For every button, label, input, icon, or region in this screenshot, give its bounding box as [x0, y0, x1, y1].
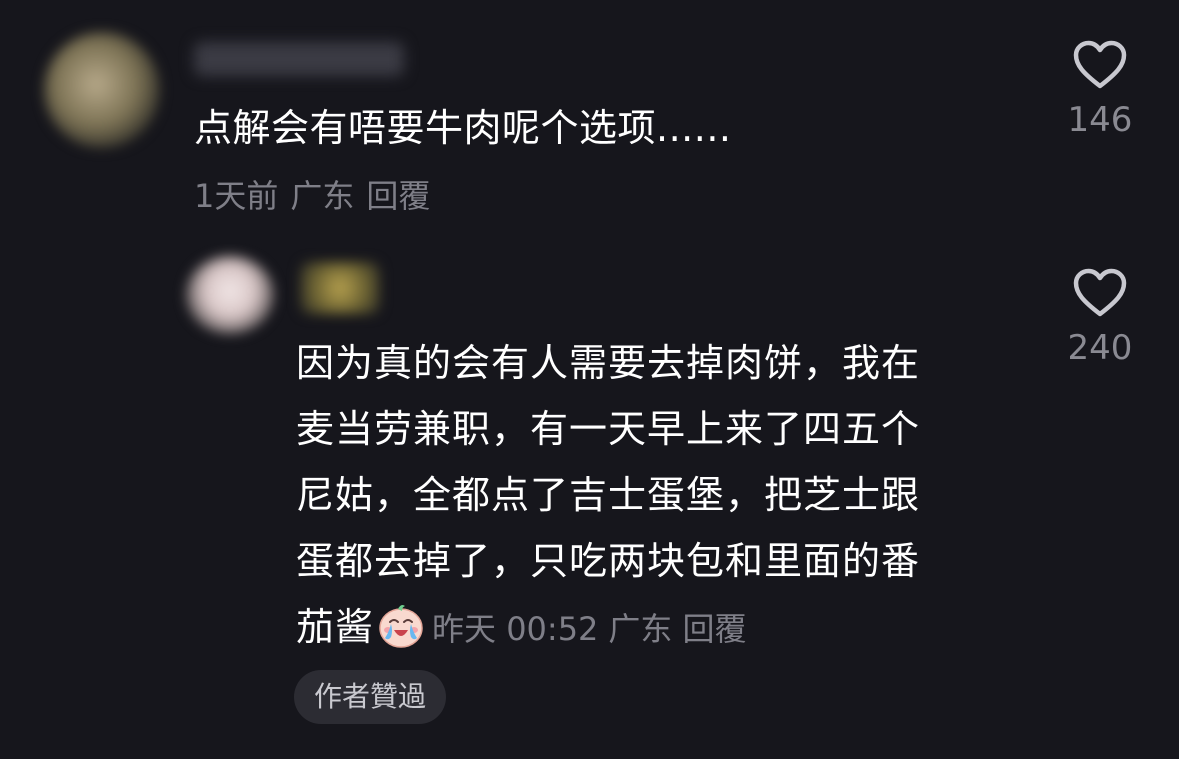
reply-text-line: 尼姑，全都点了吉士蛋堡，把芝士跟 — [296, 473, 921, 517]
reply-like-button[interactable]: 240 — [1050, 268, 1150, 370]
comment-reply-button[interactable]: 回覆 — [366, 177, 430, 215]
reply-meta: 昨天 00:52 广东 回覆 — [432, 610, 756, 648]
comment-avatar[interactable] — [44, 32, 160, 148]
comment-meta: 1天前 广东 回覆 — [194, 174, 442, 218]
reply-text: 因为真的会有人需要去掉肉饼，我在 麦当劳兼职，有一天早上来了四五个 尼姑，全都点… — [296, 330, 986, 662]
reply-username-blurred[interactable] — [300, 262, 380, 314]
comment-text: 点解会有唔要牛肉呢个选项...... — [194, 106, 732, 150]
comment-location: 广东 — [290, 177, 355, 215]
reply-last-line: 茄酱 昨天 00:52 广东 回覆 — [296, 594, 986, 662]
reply-reply-button[interactable]: 回覆 — [682, 610, 746, 648]
reply-location: 广东 — [608, 610, 673, 648]
reply-text-line: 麦当劳兼职，有一天早上来了四五个 — [296, 407, 921, 451]
reply-avatar[interactable] — [186, 256, 274, 334]
reply-text-line: 茄酱 — [296, 605, 375, 649]
comment-username-blurred[interactable] — [194, 42, 404, 76]
comment-time: 1天前 — [194, 177, 279, 215]
reply-like-count: 240 — [1067, 328, 1133, 368]
heart-outline-icon — [1073, 40, 1127, 89]
author-liked-badge: 作者贊過 — [294, 670, 447, 724]
reply-time: 昨天 00:52 — [432, 610, 599, 648]
comment-like-count: 146 — [1067, 100, 1133, 140]
heart-outline-icon — [1073, 268, 1127, 317]
comment-like-button[interactable]: 146 — [1050, 40, 1150, 142]
reply-text-line: 因为真的会有人需要去掉肉饼，我在 — [296, 341, 921, 385]
reply-text-line: 蛋都去掉了，只吃两块包和里面的番 — [296, 539, 921, 583]
crying-laughing-face-icon — [379, 605, 423, 648]
